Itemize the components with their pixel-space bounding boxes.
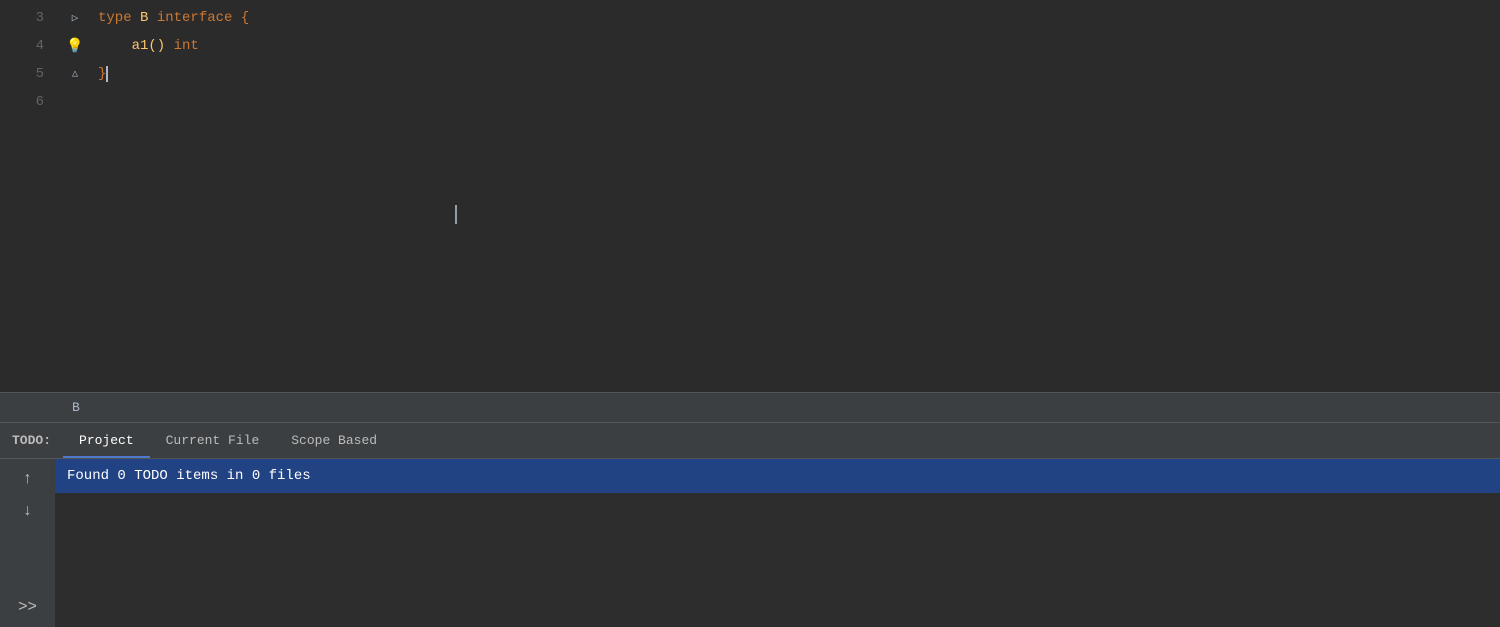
todo-result-row: Found 0 TODO items in 0 files (55, 459, 1500, 493)
identifier-B: B (132, 7, 157, 29)
code-line-6 (98, 88, 1500, 116)
collapse-triangle-icon: △ (72, 68, 78, 80)
keyword-type: type (98, 7, 132, 29)
todo-result-text: Found 0 TODO items in 0 files (67, 468, 311, 484)
todo-content: Found 0 TODO items in 0 files (55, 459, 1500, 627)
tab-scope-based[interactable]: Scope Based (275, 423, 393, 458)
code-line-4: a1() int (98, 32, 1500, 60)
gutter-cell-4[interactable]: 💡 (60, 32, 90, 60)
keyword-interface: interface (157, 7, 233, 29)
gutter: ▷ 💡 △ (60, 0, 90, 392)
code-editor[interactable]: type B interface { a1() int } | (90, 0, 1500, 392)
gutter-cell-3[interactable]: ▷ (60, 4, 90, 32)
line-number-3: 3 (0, 4, 52, 32)
line-number-4: 4 (0, 32, 52, 60)
tab-project[interactable]: Project (63, 423, 150, 458)
todo-panel: TODO: Project Current File Scope Based ↑… (0, 422, 1500, 627)
todo-header: TODO: Project Current File Scope Based (0, 423, 1500, 459)
todo-sidebar: ↑ ↓ >> (0, 459, 55, 627)
gutter-cell-5[interactable]: △ (60, 60, 90, 88)
method-a1: a1() (98, 35, 174, 57)
collapse-arrow-icon: ▷ (72, 11, 79, 25)
todo-tabs: Project Current File Scope Based (63, 423, 393, 458)
editor-area: 3 4 5 6 ▷ 💡 △ type B interface { (0, 0, 1500, 422)
i-beam-cursor: | (450, 200, 462, 232)
code-line-3: type B interface { (98, 4, 1500, 32)
tab-current-file[interactable]: Current File (150, 423, 276, 458)
line-number-5: 5 (0, 60, 52, 88)
code-line-5: } (98, 60, 1500, 88)
lightbulb-icon: 💡 (66, 38, 83, 55)
gutter-cell-6 (60, 88, 90, 116)
todo-body: ↑ ↓ >> Found 0 TODO items in 0 files (0, 459, 1500, 627)
expand-button[interactable]: >> (16, 595, 40, 619)
file-tab-bar: B (0, 392, 1500, 422)
file-tab-B[interactable]: B (60, 396, 92, 419)
text-cursor-blink (106, 66, 108, 82)
scroll-down-button[interactable]: ↓ (16, 499, 40, 523)
keyword-int: int (174, 35, 199, 57)
scroll-up-button[interactable]: ↑ (16, 467, 40, 491)
code-content[interactable]: 3 4 5 6 ▷ 💡 △ type B interface { (0, 0, 1500, 392)
open-brace: { (232, 7, 249, 29)
line-numbers: 3 4 5 6 (0, 0, 60, 392)
todo-label: TODO: (0, 423, 63, 458)
line-number-6: 6 (0, 88, 52, 116)
close-brace: } (98, 63, 106, 85)
